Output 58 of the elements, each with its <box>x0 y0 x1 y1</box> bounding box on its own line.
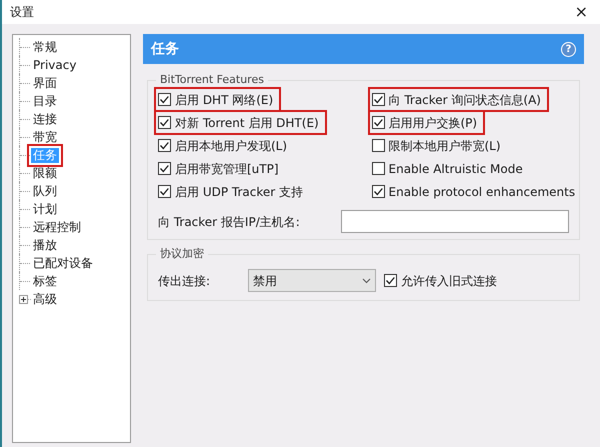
tree-line <box>19 56 31 74</box>
chevron-down-icon <box>362 278 371 284</box>
tree-line <box>19 38 31 56</box>
expand-icon[interactable] <box>19 294 31 304</box>
tree-line <box>19 92 31 110</box>
sidebar-item[interactable]: 带宽 <box>31 130 59 144</box>
checkbox[interactable] <box>158 93 171 106</box>
checkbox[interactable] <box>372 116 384 129</box>
sidebar-item[interactable]: 高级 <box>31 292 59 306</box>
close-button[interactable]: × <box>570 4 592 20</box>
sidebar-item[interactable]: 常规 <box>31 40 59 54</box>
sidebar-item[interactable]: 标签 <box>31 274 59 288</box>
sidebar-item[interactable]: 已配对设备 <box>31 256 95 270</box>
panel-header: 任务 ? <box>143 34 584 64</box>
option-label[interactable]: 对新 Torrent 启用 DHT(E) <box>175 114 319 132</box>
tree-line <box>19 200 31 218</box>
tree-line <box>19 74 31 92</box>
tree-line <box>19 164 31 182</box>
tree-line <box>19 236 31 254</box>
sidebar-item[interactable]: 限额 <box>31 166 59 180</box>
checkbox[interactable] <box>158 116 171 129</box>
checkbox[interactable] <box>372 139 384 152</box>
tree-line <box>19 128 31 146</box>
sidebar-item[interactable]: 目录 <box>31 94 59 108</box>
option-label[interactable]: 启用本地用户发现(L) <box>175 136 288 154</box>
sidebar-item[interactable]: 远程控制 <box>31 220 83 234</box>
report-label: 向 Tracker 报告IP/主机名: <box>158 214 300 230</box>
hostname-field[interactable] <box>341 210 569 233</box>
checkbox[interactable] <box>372 162 384 175</box>
checkbox[interactable] <box>372 93 384 106</box>
sidebar-item[interactable]: 播放 <box>31 238 59 252</box>
tree-line <box>19 254 31 272</box>
option-label[interactable]: 允许传入旧式连接 <box>401 272 497 290</box>
tree-line <box>19 110 31 128</box>
checkbox[interactable] <box>158 139 171 152</box>
option-label[interactable]: 启用 UDP Tracker 支持 <box>175 182 303 200</box>
window-title: 设置 <box>10 4 34 21</box>
checkbox[interactable] <box>158 185 171 198</box>
tree-line <box>19 182 31 200</box>
sidebar-item[interactable]: 连接 <box>31 112 59 126</box>
checkbox[interactable] <box>158 162 171 175</box>
tree-line <box>19 218 31 236</box>
option-label[interactable]: 启用带宽管理[uTP] <box>175 160 279 178</box>
outgoing-select[interactable]: 禁用 <box>248 269 376 292</box>
option-label[interactable]: 启用用户交换(P) <box>388 114 478 132</box>
checkbox[interactable] <box>372 185 384 198</box>
option-label[interactable]: 限制本地用户带宽(L) <box>388 136 501 154</box>
option-label[interactable]: 启用 DHT 网络(E) <box>175 90 274 108</box>
sidebar-item[interactable]: 界面 <box>31 76 59 90</box>
option-label[interactable]: Enable protocol enhancements <box>388 182 576 200</box>
sidebar-item[interactable]: 队列 <box>31 184 59 198</box>
outgoing-label: 传出连接: <box>158 272 212 290</box>
sidebar-item[interactable]: Privacy <box>31 58 78 72</box>
checkbox[interactable] <box>384 274 397 287</box>
tree-line <box>19 272 31 290</box>
option-label[interactable]: Enable Altruistic Mode <box>388 160 523 178</box>
option-label[interactable]: 向 Tracker 询问状态信息(A) <box>388 90 541 108</box>
sidebar-item[interactable]: 计划 <box>31 202 59 216</box>
